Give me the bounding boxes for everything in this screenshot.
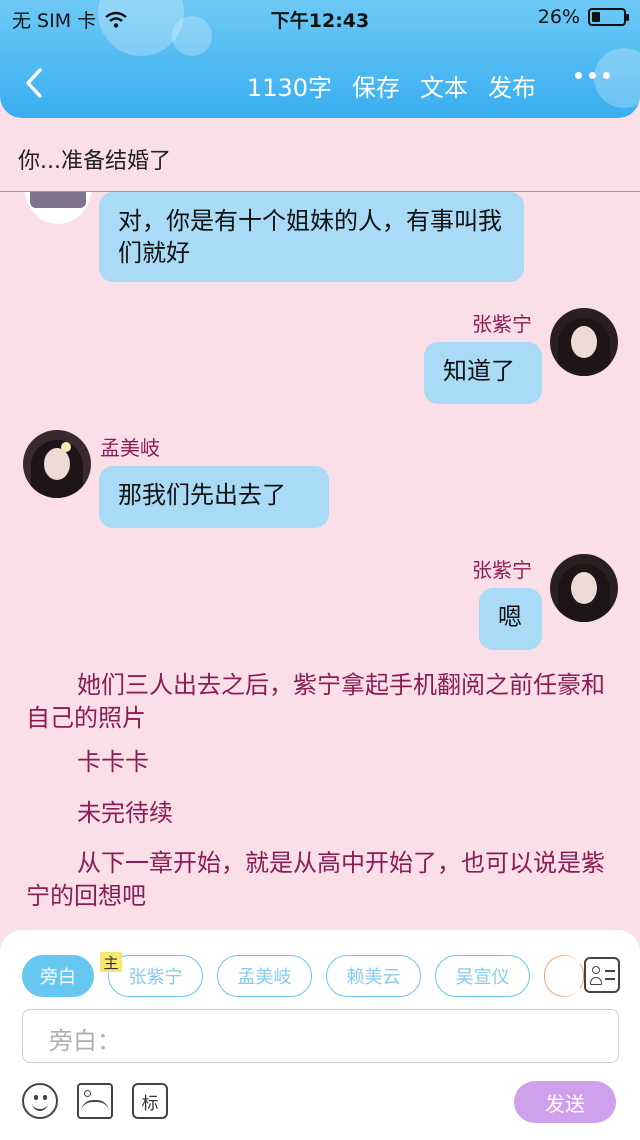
role-chip-zhangzining[interactable]: 张紫宁 [108,955,203,997]
back-icon[interactable] [20,66,52,100]
role-chip-wuxuanyi[interactable]: 吴宣仪 [435,955,530,997]
battery-percent: 26% [537,6,580,28]
message-bubble[interactable]: 知道了 [424,342,542,404]
navigation-bar: 1130字 保存 文本 发布 [0,58,640,108]
narration-text[interactable]: 未完待续 [26,797,618,830]
main-role-badge: 主 [100,952,122,972]
narration-text[interactable]: 她们三人出去之后，紫宁拿起手机翻阅之前任豪和自己的照片 [26,669,618,735]
mark-button[interactable]: 标 [132,1083,168,1119]
send-button[interactable]: 发送 [514,1081,616,1123]
text-button[interactable]: 文本 [420,68,468,103]
message-bubble[interactable]: 嗯 [479,588,542,650]
emoji-icon[interactable] [22,1083,58,1119]
image-icon[interactable] [77,1083,113,1119]
avatar-mengmeiqi[interactable] [23,430,91,498]
speaker-name: 张紫宁 [472,312,532,336]
message-bubble[interactable]: 对，你是有十个姐妹的人，有事叫我们就好 [99,192,524,282]
speaker-name: 张紫宁 [472,558,532,582]
toolbar-actions: 1130字 保存 文本 发布 [247,68,536,103]
save-button[interactable]: 保存 [352,68,400,103]
contact-card-icon[interactable] [584,957,620,993]
narration-text[interactable]: 卡卡卡 [26,746,618,779]
role-chip-laimeiyun[interactable]: 赖美云 [326,955,421,997]
avatar-zhangzining[interactable] [550,308,618,376]
battery-icon [588,8,629,26]
message-bubble[interactable]: 那我们先出去了 [99,466,329,528]
more-icon[interactable] [575,72,610,79]
composer-panel: 旁白 主 张紫宁 孟美岐 赖美云 吴宣仪 标 发送 [0,930,640,1140]
chat-area[interactable]: 对，你是有十个姐妹的人，有事叫我们就好 张紫宁 知道了 孟美岐 那我们先出去了 … [0,192,640,932]
role-chip-mengmeiqi[interactable]: 孟美岐 [217,955,312,997]
word-count: 1130字 [246,74,332,102]
status-bar: 无 SIM 卡 下午12:43 26% [0,0,640,36]
message-input[interactable] [22,1009,619,1063]
avatar-mengmeiqi[interactable] [24,192,92,224]
speaker-name: 孟美岐 [100,436,160,460]
chip-scroll-fade [560,950,580,1000]
chapter-title[interactable]: 你...准备结婚了 [0,118,640,192]
publish-button[interactable]: 发布 [488,68,536,103]
avatar-zhangzining[interactable] [550,554,618,622]
battery-level [592,12,600,22]
app-header: 无 SIM 卡 下午12:43 26% 1130字 保存 文本 发布 [0,0,640,118]
narration-text[interactable]: 从下一章开始，就是从高中开始了，也可以说是紫宁的回想吧 [26,847,618,913]
role-chip-narrator[interactable]: 旁白 [22,955,94,997]
